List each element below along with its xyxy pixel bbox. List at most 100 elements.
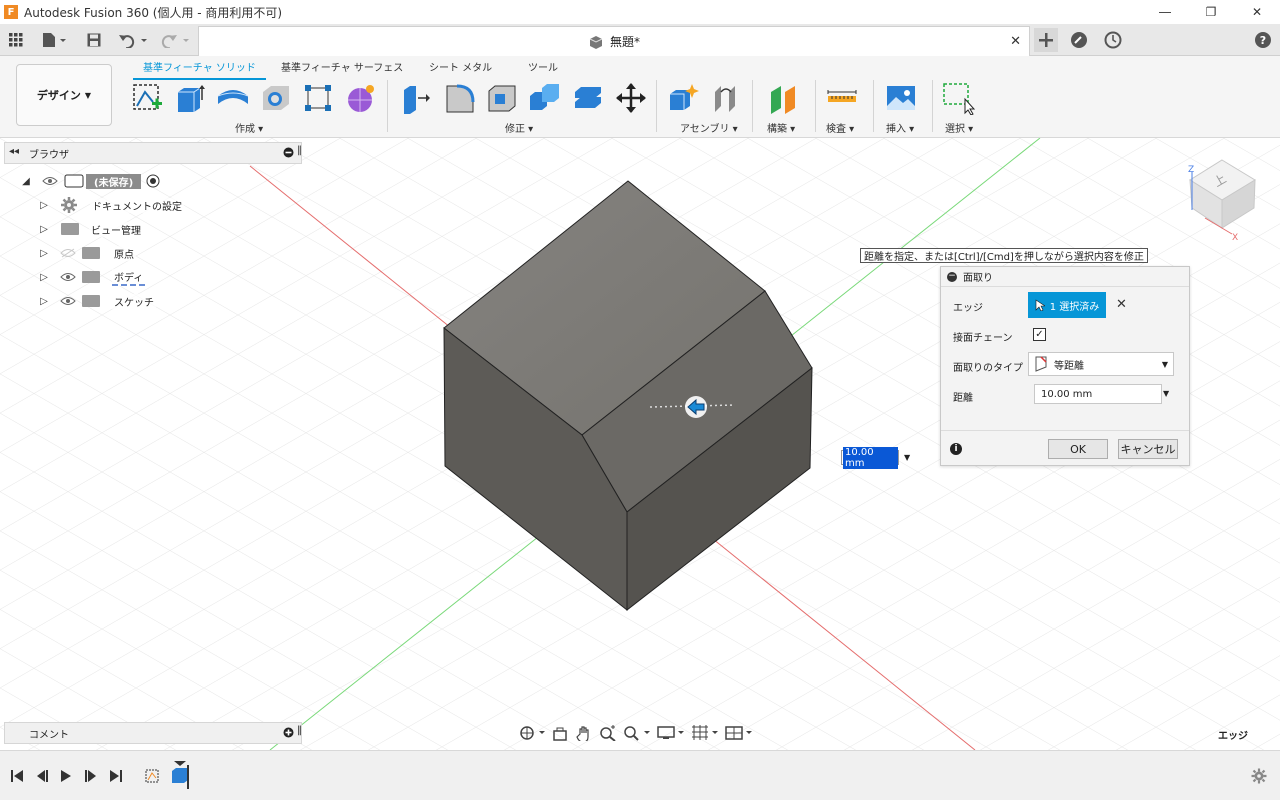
create-form-icon[interactable] [343, 80, 379, 116]
collapse-panel-icon[interactable]: ◂◂ [9, 146, 19, 157]
measure-icon[interactable] [824, 80, 860, 116]
expand-triangle-icon[interactable]: ▷ [38, 248, 50, 259]
group-modify[interactable]: 修正 ▾ [505, 120, 533, 135]
press-pull-icon[interactable] [398, 80, 434, 116]
clear-selection-icon[interactable]: ✕ [1116, 297, 1127, 312]
comments-panel-header[interactable]: コメント ‖ [4, 722, 302, 744]
info-icon[interactable]: i [950, 443, 962, 455]
shell-icon[interactable] [484, 80, 520, 116]
viewports-icon[interactable] [724, 724, 754, 742]
edge-selection-button[interactable]: 1 選択済み [1028, 292, 1106, 318]
workspace-switcher[interactable]: デザイン ▼ [16, 64, 112, 126]
orbit-icon[interactable] [518, 724, 546, 742]
group-select[interactable]: 選択 ▾ [945, 120, 973, 135]
hidden-eye-icon[interactable] [60, 248, 76, 258]
browser-pin-icon[interactable]: ‖ [297, 145, 302, 156]
group-create[interactable]: 作成 ▾ [235, 120, 263, 135]
tab-tools[interactable]: ツール [518, 59, 568, 78]
move-icon[interactable] [613, 80, 649, 116]
expand-triangle-icon[interactable]: ▷ [38, 200, 50, 211]
undo-icon[interactable] [116, 28, 150, 52]
data-panel-grid-icon[interactable] [6, 28, 26, 52]
play-icon[interactable] [58, 768, 74, 784]
component-icon [64, 174, 84, 188]
revolve-icon[interactable] [215, 80, 251, 116]
tangent-chain-checkbox[interactable]: ✓ [1033, 328, 1046, 341]
ok-button[interactable]: OK [1048, 439, 1108, 459]
close-tab-icon[interactable]: ✕ [1010, 34, 1021, 49]
browser-panel-header[interactable]: ◂◂ ブラウザ ‖ [4, 142, 302, 164]
collapse-triangle-icon[interactable]: ◢ [20, 176, 32, 187]
timeline-extrude-feature-icon[interactable] [168, 761, 192, 791]
zoom-icon[interactable] [598, 724, 618, 742]
pattern-icon[interactable] [300, 80, 336, 116]
tab-sheet-metal[interactable]: シート メタル [419, 59, 502, 78]
go-to-end-icon[interactable] [108, 768, 124, 784]
canvas-distance-dropdown-icon[interactable]: ▼ [904, 453, 910, 462]
add-comment-icon[interactable] [283, 727, 294, 741]
insert-image-icon[interactable] [883, 80, 919, 116]
file-menu-icon[interactable] [38, 28, 70, 52]
joint-icon[interactable] [709, 80, 745, 116]
visibility-eye-icon[interactable] [42, 176, 58, 186]
chamfer-drag-arrow-icon[interactable] [685, 396, 707, 418]
step-forward-icon[interactable] [83, 768, 99, 784]
document-tab[interactable]: 無題* ✕ [198, 26, 1030, 56]
chamfer-type-select[interactable]: 等距離 ▼ [1028, 352, 1174, 376]
extensions-icon[interactable] [1068, 28, 1090, 52]
timeline-settings-gear-icon[interactable] [1251, 768, 1267, 784]
maximize-button[interactable]: ❐ [1188, 0, 1234, 24]
distance-input[interactable]: 10.00 mm [1034, 384, 1162, 404]
cancel-button[interactable]: キャンセル [1118, 439, 1178, 459]
group-insert[interactable]: 挿入 ▾ [886, 120, 914, 135]
visibility-eye-icon[interactable] [60, 296, 76, 306]
offset-plane-icon[interactable] [765, 80, 801, 116]
look-at-icon[interactable] [550, 724, 570, 742]
new-component-icon[interactable] [665, 80, 701, 116]
group-construct[interactable]: 構築 ▾ [767, 120, 795, 135]
minimize-button[interactable]: ― [1142, 0, 1188, 24]
visibility-eye-icon[interactable] [60, 272, 76, 282]
browser-item-origin[interactable]: ▷ 原点 [38, 243, 136, 263]
display-settings-icon[interactable] [656, 724, 686, 742]
hole-icon[interactable] [258, 80, 294, 116]
browser-minimize-icon[interactable] [283, 147, 294, 161]
go-to-start-icon[interactable] [9, 768, 25, 784]
chamfer-type-value: 等距離 [1054, 360, 1084, 372]
help-icon[interactable]: ? [1252, 28, 1274, 52]
expand-triangle-icon[interactable]: ▷ [38, 272, 50, 283]
tab-solid[interactable]: 基準フィーチャ ソリッド [133, 59, 266, 80]
dialog-header[interactable]: − 面取り [941, 267, 1189, 287]
select-box-icon[interactable] [941, 80, 977, 116]
expand-triangle-icon[interactable]: ▷ [38, 296, 50, 307]
timeline-sketch-feature-icon[interactable] [145, 768, 161, 784]
group-inspect[interactable]: 検査 ▾ [826, 120, 854, 135]
browser-item-document-settings[interactable]: ▷ ドキュメントの設定 [38, 195, 184, 215]
collapse-dialog-icon[interactable]: − [947, 271, 957, 282]
extrude-icon[interactable] [172, 80, 208, 116]
save-icon[interactable] [84, 28, 104, 52]
group-assemble[interactable]: アセンブリ ▾ [680, 120, 738, 135]
expand-triangle-icon[interactable]: ▷ [38, 224, 50, 235]
browser-item-bodies[interactable]: ▷ ボディ [38, 267, 146, 287]
browser-item-named-views[interactable]: ▷ ビュー管理 [38, 219, 143, 239]
close-window-button[interactable]: ✕ [1234, 0, 1280, 24]
canvas-distance-input[interactable]: 10.00 mm [841, 446, 899, 469]
move-copy-faces-icon[interactable] [570, 80, 606, 116]
pan-hand-icon[interactable] [574, 724, 594, 742]
browser-item-sketches[interactable]: ▷ スケッチ [38, 291, 156, 311]
new-tab-plus-icon[interactable] [1034, 28, 1058, 52]
zoom-window-icon[interactable] [622, 724, 652, 742]
grid-snap-icon[interactable] [690, 724, 720, 742]
comments-pin-icon[interactable]: ‖ [297, 725, 302, 736]
job-status-clock-icon[interactable] [1102, 28, 1124, 52]
create-sketch-icon[interactable] [129, 80, 165, 116]
browser-root-row[interactable]: ◢ (未保存) [20, 171, 160, 191]
step-back-icon[interactable] [34, 768, 50, 784]
redo-icon[interactable] [158, 28, 192, 52]
activate-radio-icon[interactable] [146, 174, 160, 188]
combine-icon[interactable] [527, 80, 563, 116]
fillet-icon[interactable] [441, 80, 477, 116]
tab-surface[interactable]: 基準フィーチャ サーフェス [271, 59, 413, 78]
distance-dropdown-icon[interactable]: ▼ [1163, 389, 1169, 398]
